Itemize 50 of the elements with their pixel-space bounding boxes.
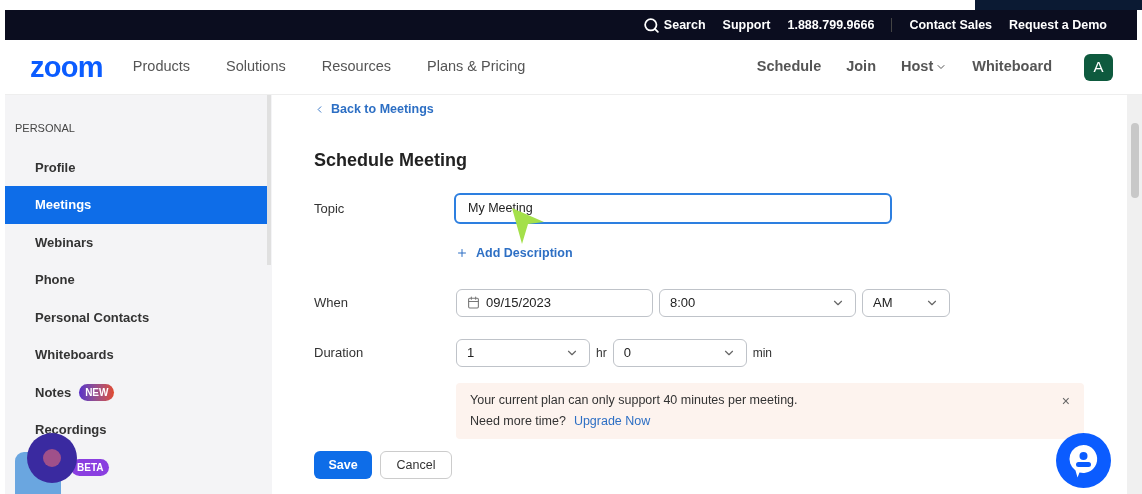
top-link[interactable]: 1.888.799.9666	[787, 15, 875, 35]
notice-text: Your current plan can only support 40 minutes per meeting.	[470, 391, 798, 409]
sidebar-item[interactable]: Webinars	[5, 223, 267, 261]
top-link[interactable]: Support	[722, 15, 771, 35]
topic-input[interactable]: My Meeting	[454, 192, 892, 224]
notice-text: Need more time?	[470, 413, 566, 431]
calendar-icon	[467, 296, 480, 309]
search-icon	[642, 16, 660, 34]
cancel-button[interactable]: Cancel	[380, 451, 452, 479]
unit-label: hr	[596, 344, 607, 362]
nav-menu[interactable]: Host	[901, 56, 948, 78]
date-field[interactable]: 09/15/2023	[456, 288, 653, 317]
sidebar-item[interactable]: Profile	[5, 148, 267, 186]
chat-button-icon[interactable]	[1056, 433, 1111, 488]
upgrade-link[interactable]: Upgrade Now	[573, 412, 651, 431]
field-label: When	[314, 293, 349, 312]
ampm-select[interactable]: AM	[862, 288, 950, 317]
add-description-link[interactable]: Add Description	[456, 243, 573, 263]
top-link[interactable]: Request a Demo	[1009, 15, 1107, 35]
top-link[interactable]: Contact Sales	[909, 15, 993, 35]
time-select[interactable]: 8:00	[659, 288, 856, 317]
page-title: Schedule Meeting	[314, 148, 469, 172]
logo[interactable]: zoom	[30, 52, 103, 82]
close-button[interactable]: ×	[1061, 393, 1070, 408]
nav-link[interactable]: Join	[846, 56, 876, 78]
save-button[interactable]: Save	[314, 451, 372, 479]
hours-select[interactable]: 1	[456, 338, 590, 367]
plus-icon	[456, 247, 468, 260]
unit-label: min	[752, 344, 772, 362]
sidebar-heading: PERSONAL	[14, 121, 76, 136]
nav-link[interactable]: Resources	[321, 56, 392, 78]
nav-link[interactable]: Schedule	[756, 56, 822, 78]
search-link[interactable]: Search	[642, 15, 706, 35]
back-link[interactable]: Back to Meetings	[314, 100, 1127, 119]
sidebar-item[interactable]: Phone	[5, 261, 267, 299]
avatar[interactable]: A	[1084, 53, 1113, 81]
nav-link[interactable]: Whiteboard	[972, 56, 1052, 78]
field-label: Duration	[314, 343, 365, 362]
sidebar-item[interactable]: Recordings	[5, 411, 267, 449]
minutes-select[interactable]: 0	[612, 338, 747, 367]
field-label: Topic	[314, 199, 346, 218]
nav-link[interactable]: Plans & Pricing	[427, 56, 526, 78]
badge: NEW	[79, 383, 115, 401]
sidebar-item[interactable]: Notes NEW	[5, 373, 267, 411]
sidebar-item[interactable]: Whiteboards	[5, 336, 267, 374]
sidebar-item[interactable]: Meetings	[5, 186, 267, 224]
scrollbar-thumb[interactable]	[1130, 123, 1139, 198]
nav-link[interactable]: Products	[132, 56, 191, 78]
sidebar-item[interactable]: Personal Contacts	[5, 298, 267, 336]
nav-link[interactable]: Solutions	[226, 56, 286, 78]
